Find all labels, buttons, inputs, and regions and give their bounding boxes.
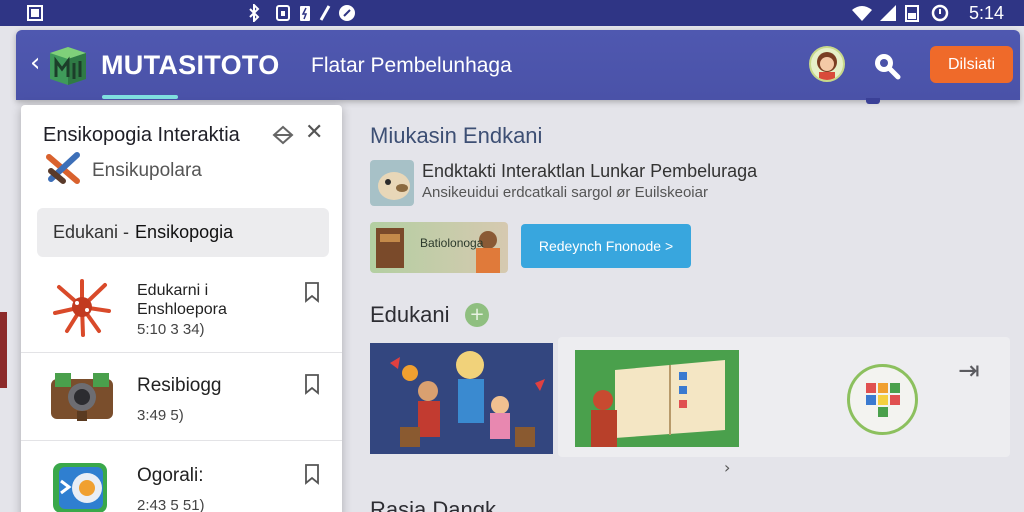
selected-category-name: Ensikopogia bbox=[135, 222, 234, 242]
panel-subtitle: Ensikupolara bbox=[92, 160, 202, 181]
tools-icon bbox=[43, 151, 83, 185]
dropdown-notch bbox=[866, 98, 880, 104]
nfc-icon bbox=[276, 4, 290, 22]
bookmark-icon[interactable] bbox=[303, 281, 321, 303]
list-item[interactable]: Resibiogg 3:49 5) bbox=[21, 353, 342, 441]
section-heading-edukani: Edukani bbox=[370, 302, 450, 327]
coral-thumbnail-icon bbox=[47, 277, 117, 337]
battery-saver-icon bbox=[298, 4, 312, 22]
featured-thumbnail[interactable] bbox=[370, 160, 414, 206]
list-item-meta: 3:49 5) bbox=[137, 407, 184, 424]
app-logo-icon bbox=[46, 43, 90, 87]
promo-banner[interactable]: Batiolonoga bbox=[370, 222, 508, 273]
app-bar: ‹ MUTASITOTO Flatar Pembelunhaga Dilsiat… bbox=[16, 30, 1020, 104]
active-tab-indicator bbox=[102, 95, 178, 99]
list-item-title: Ogorali: bbox=[137, 465, 204, 486]
main-section-heading: Miukasin Endkani bbox=[370, 123, 543, 148]
explore-button[interactable]: Redeynch Fnonode > bbox=[521, 224, 691, 268]
status-bar: 5:14 bbox=[0, 0, 1024, 26]
signal-icon bbox=[879, 4, 897, 22]
promo-text: Batiolonoga bbox=[420, 236, 484, 250]
bluetooth-icon bbox=[246, 4, 262, 22]
bookmark-icon[interactable] bbox=[303, 463, 321, 485]
featured-title[interactable]: Endktakti Interaktlan Lunkar Pembeluraga bbox=[422, 161, 757, 182]
selected-category[interactable]: Edukani - Ensikopogia bbox=[37, 208, 329, 257]
featured-subtitle: Ansikeuidui erdcatkali sargol ør Euilske… bbox=[422, 184, 708, 201]
list-item-meta: 2:43 5 51) bbox=[137, 497, 205, 512]
avatar[interactable] bbox=[809, 46, 845, 82]
battery-icon bbox=[905, 4, 919, 22]
list-item-title: Resibiogg bbox=[137, 375, 222, 396]
data-saver-circle-icon bbox=[338, 4, 356, 22]
pin-icon[interactable] bbox=[272, 124, 294, 146]
clock-time: 5:14 bbox=[968, 3, 1004, 23]
list-item[interactable]: Edukarni i Enshloepora 5:10 3 34) bbox=[21, 265, 342, 353]
bookmark-icon[interactable] bbox=[303, 373, 321, 395]
app-subtitle[interactable]: Flatar Pembelunhaga bbox=[311, 54, 512, 78]
section-heading-bottom: Rasia Dangk bbox=[370, 497, 496, 512]
add-icon[interactable]: + bbox=[465, 303, 489, 327]
alarm-icon bbox=[931, 4, 949, 22]
arrow-right-icon[interactable]: ⇥ bbox=[958, 356, 980, 386]
card-illustration-book[interactable] bbox=[575, 350, 739, 447]
list-item-meta: 5:10 3 34) bbox=[137, 321, 205, 338]
quiz-badge-icon[interactable] bbox=[847, 364, 918, 435]
search-icon[interactable] bbox=[871, 50, 901, 80]
wifi-icon bbox=[851, 4, 873, 22]
edge-content-sliver bbox=[0, 312, 7, 388]
tablet-thumbnail-icon bbox=[47, 457, 117, 512]
photo-icon bbox=[26, 4, 44, 22]
close-icon[interactable]: ✕ bbox=[305, 121, 323, 145]
selected-category-prefix: Edukani - bbox=[53, 222, 130, 242]
panel-title: Ensikopogia Interaktia bbox=[43, 124, 240, 146]
brand-title: MUTASITOTO bbox=[101, 50, 280, 80]
list-item-title: Edukarni i Enshloepora bbox=[137, 282, 227, 318]
card-illustration-family[interactable] bbox=[370, 343, 553, 454]
login-button[interactable]: Dilsiati bbox=[930, 46, 1013, 83]
back-arrow-icon[interactable]: ‹ bbox=[30, 50, 40, 76]
chevron-right-icon[interactable]: › bbox=[724, 458, 730, 477]
data-saver-icon bbox=[318, 4, 332, 22]
encyclopedia-panel: Ensikopogia Interaktia ✕ Ensikupolara Ed… bbox=[21, 105, 342, 512]
microscope-thumbnail-icon bbox=[47, 365, 117, 425]
list-item[interactable]: Ogorali: 2:43 5 51) bbox=[21, 441, 342, 512]
